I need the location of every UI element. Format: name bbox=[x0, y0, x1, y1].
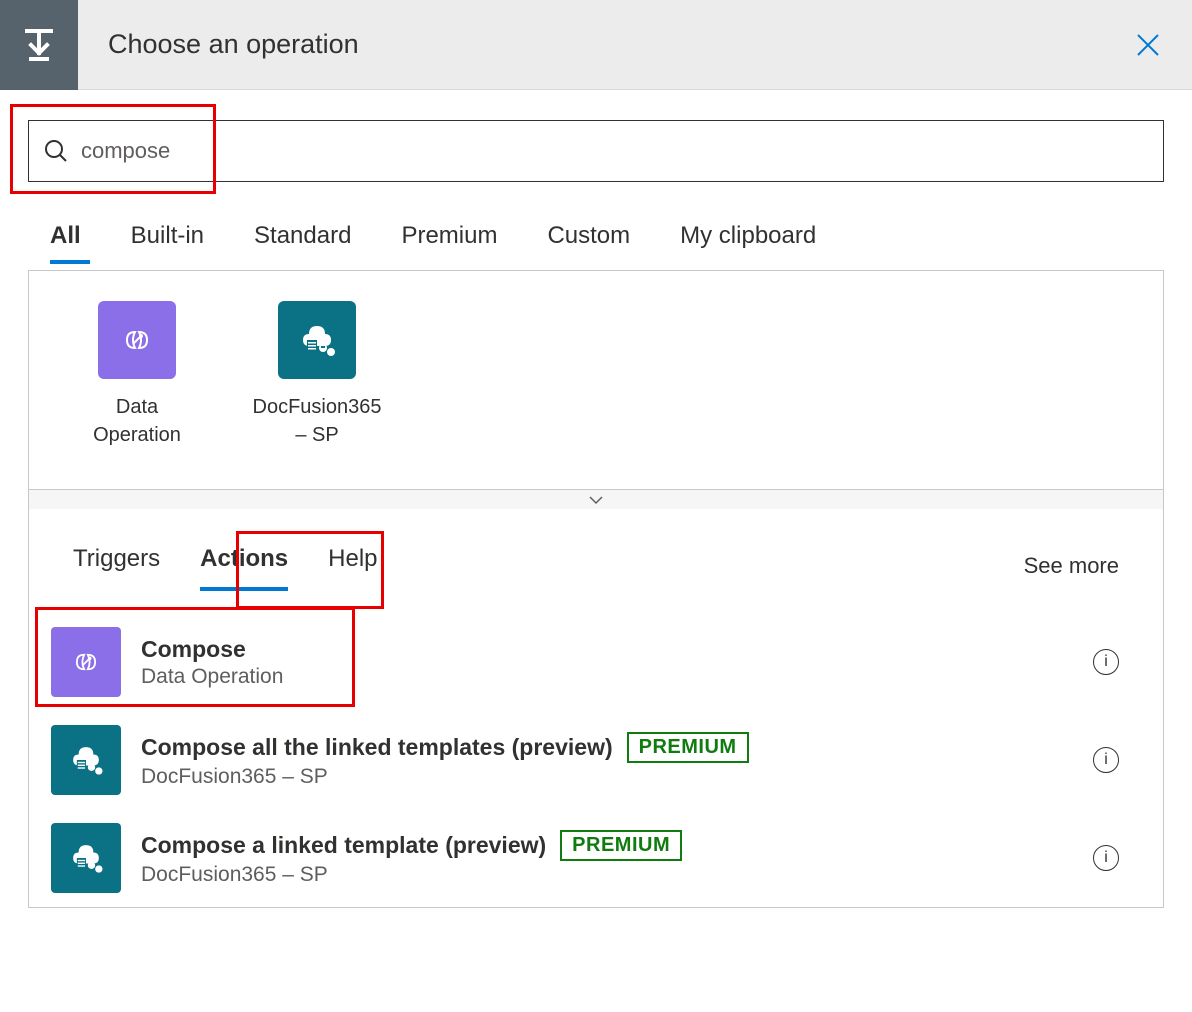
action-compose[interactable]: Compose Data Operation i bbox=[29, 613, 1163, 711]
chevron-down-icon bbox=[588, 495, 604, 505]
tab-standard[interactable]: Standard bbox=[254, 222, 351, 262]
action-subtitle: DocFusion365 – SP bbox=[141, 863, 1093, 887]
search-box bbox=[28, 120, 1164, 182]
tab-built-in[interactable]: Built-in bbox=[131, 222, 204, 262]
action-subtitle: Data Operation bbox=[141, 665, 1093, 689]
action-subtitle: DocFusion365 – SP bbox=[141, 765, 1093, 789]
info-icon: i bbox=[1104, 849, 1108, 867]
tab-all[interactable]: All bbox=[50, 222, 81, 262]
action-list: Compose Data Operation i bbox=[29, 613, 1163, 907]
connectors-panel: Data Operation DocFusion365 – SP bbox=[28, 270, 1164, 908]
category-tabs: All Built-in Standard Premium Custom My … bbox=[28, 222, 1164, 262]
subtab-actions[interactable]: Actions bbox=[200, 545, 288, 587]
action-compose-all-linked-templates[interactable]: Compose all the linked templates (previe… bbox=[29, 711, 1163, 809]
collapse-toggle[interactable] bbox=[29, 489, 1163, 509]
info-button[interactable]: i bbox=[1093, 747, 1119, 773]
tab-custom[interactable]: Custom bbox=[547, 222, 630, 262]
action-title: Compose all the linked templates (previe… bbox=[141, 734, 613, 761]
tab-premium[interactable]: Premium bbox=[401, 222, 497, 262]
connector-label: Data Operation bbox=[77, 393, 197, 449]
see-more-link[interactable]: See more bbox=[1024, 553, 1119, 579]
docfusion-icon bbox=[51, 823, 121, 893]
action-title: Compose a linked template (preview) bbox=[141, 832, 546, 859]
data-operation-icon bbox=[51, 627, 121, 697]
info-button[interactable]: i bbox=[1093, 649, 1119, 675]
operation-icon bbox=[0, 0, 78, 90]
info-button[interactable]: i bbox=[1093, 845, 1119, 871]
connector-label: DocFusion365 – SP bbox=[253, 393, 382, 449]
close-icon bbox=[1134, 31, 1162, 59]
close-button[interactable] bbox=[1132, 29, 1164, 61]
subtab-help[interactable]: Help bbox=[328, 545, 377, 587]
info-icon: i bbox=[1104, 653, 1108, 671]
action-compose-linked-template[interactable]: Compose a linked template (preview) PREM… bbox=[29, 809, 1163, 907]
premium-badge: PREMIUM bbox=[560, 830, 682, 861]
info-icon: i bbox=[1104, 751, 1108, 769]
data-operation-icon bbox=[98, 301, 176, 379]
docfusion-icon bbox=[51, 725, 121, 795]
subtab-triggers[interactable]: Triggers bbox=[73, 545, 160, 587]
search-input[interactable] bbox=[81, 138, 1149, 164]
tab-my-clipboard[interactable]: My clipboard bbox=[680, 222, 816, 262]
search-icon bbox=[43, 138, 69, 164]
dialog-title: Choose an operation bbox=[108, 29, 359, 60]
action-title: Compose bbox=[141, 636, 246, 663]
premium-badge: PREMIUM bbox=[627, 732, 749, 763]
connector-docfusion365-sp[interactable]: DocFusion365 – SP bbox=[257, 301, 377, 449]
dialog-header: Choose an operation bbox=[0, 0, 1192, 90]
docfusion-icon bbox=[278, 301, 356, 379]
connector-data-operation[interactable]: Data Operation bbox=[77, 301, 197, 449]
sub-tabs: Triggers Actions Help bbox=[73, 545, 378, 587]
